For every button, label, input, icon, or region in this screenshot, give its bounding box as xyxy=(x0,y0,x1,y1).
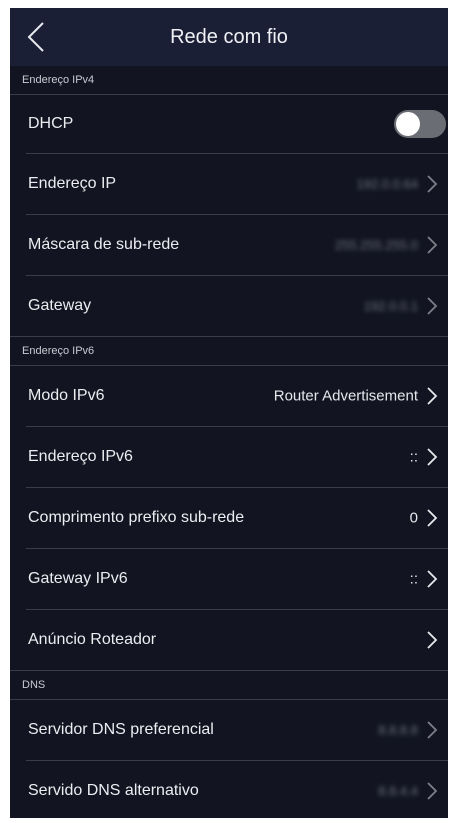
dhcp-row: DHCP xyxy=(26,95,448,154)
subnet-mask-label: Máscara de sub-rede xyxy=(28,236,180,253)
section-header-ipv6: Endereço IPv6 xyxy=(10,336,448,366)
ip-address-label: Endereço IP xyxy=(28,175,117,192)
chevron-right-icon xyxy=(427,782,438,800)
chevron-right-icon xyxy=(427,721,438,739)
chevron-right-icon xyxy=(427,387,438,405)
chevron-right-icon xyxy=(427,175,438,193)
dhcp-toggle[interactable] xyxy=(394,110,446,138)
ipv6-mode-row[interactable]: Modo IPv6 Router Advertisement xyxy=(26,366,448,427)
router-advertisement-label: Anúncio Roteador xyxy=(28,631,157,648)
dhcp-label: DHCP xyxy=(28,115,74,132)
ipv6-gateway-label: Gateway IPv6 xyxy=(28,570,128,587)
chevron-right-icon xyxy=(427,570,438,588)
ipv6-address-row[interactable]: Endereço IPv6 :: xyxy=(26,427,448,488)
wired-network-screen: Rede com fio Endereço IPv4 DHCP Endereço… xyxy=(10,8,448,818)
chevron-right-icon xyxy=(427,297,438,315)
ipv6-mode-label: Modo IPv6 xyxy=(28,387,105,404)
ipv6-gateway-value: :: xyxy=(409,570,418,588)
preferred-dns-value: 8.8.8.8 xyxy=(378,722,418,738)
ipv6-address-label: Endereço IPv6 xyxy=(28,448,133,465)
top-bar: Rede com fio xyxy=(10,8,448,66)
ip-address-row[interactable]: Endereço IP 192.0.0.64 xyxy=(26,154,448,215)
preferred-dns-label: Servidor DNS preferencial xyxy=(28,721,214,738)
router-advertisement-row[interactable]: Anúncio Roteador xyxy=(26,610,448,670)
chevron-right-icon xyxy=(427,236,438,254)
subnet-prefix-length-row[interactable]: Comprimento prefixo sub-rede 0 xyxy=(26,488,448,549)
subnet-prefix-length-value: 0 xyxy=(409,509,418,527)
ip-address-value: 192.0.0.64 xyxy=(356,176,418,192)
alternate-dns-label: Servido DNS alternativo xyxy=(28,782,199,799)
gateway-label: Gateway xyxy=(28,297,92,314)
ipv6-mode-value: Router Advertisement xyxy=(273,387,418,405)
chevron-right-icon xyxy=(427,631,438,649)
page-title: Rede com fio xyxy=(170,26,288,48)
chevron-right-icon xyxy=(427,509,438,527)
alternate-dns-row[interactable]: Servido DNS alternativo 8.8.4.4 xyxy=(26,761,448,818)
alternate-dns-value: 8.8.4.4 xyxy=(378,783,418,799)
section-header-ipv4: Endereço IPv4 xyxy=(10,66,448,95)
gateway-row[interactable]: Gateway 192.0.0.1 xyxy=(26,276,448,336)
gateway-value: 192.0.0.1 xyxy=(363,298,418,314)
section-header-dns: DNS xyxy=(10,670,448,700)
ipv6-address-value: :: xyxy=(409,448,418,466)
subnet-prefix-length-label: Comprimento prefixo sub-rede xyxy=(28,509,245,526)
toggle-knob xyxy=(396,112,420,136)
ipv6-gateway-row[interactable]: Gateway IPv6 :: xyxy=(26,549,448,610)
subnet-mask-value: 255.255.255.0 xyxy=(334,237,418,253)
preferred-dns-row[interactable]: Servidor DNS preferencial 8.8.8.8 xyxy=(26,700,448,761)
chevron-right-icon xyxy=(427,448,438,466)
subnet-mask-row[interactable]: Máscara de sub-rede 255.255.255.0 xyxy=(26,215,448,276)
